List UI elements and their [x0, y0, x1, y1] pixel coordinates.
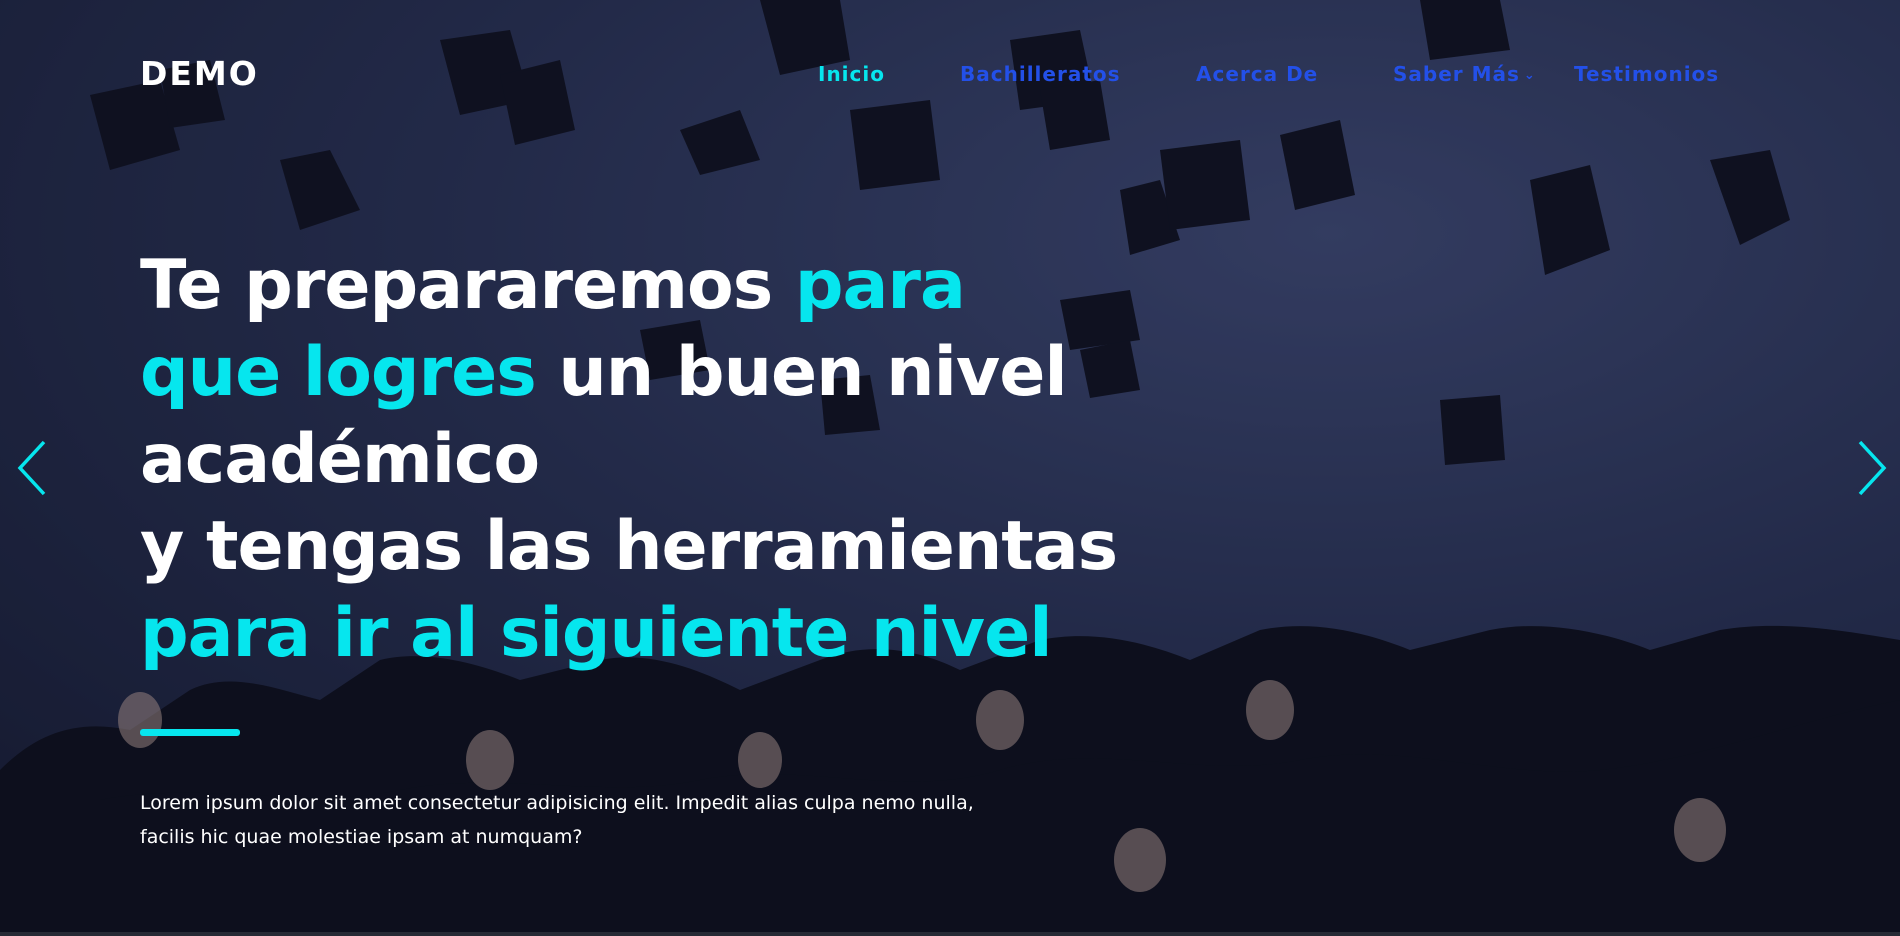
hero-headline: Te prepararemos para que logres un buen … — [140, 242, 1118, 677]
accent-divider — [140, 729, 240, 736]
headline-accent: para — [794, 246, 966, 325]
headline-text: y tengas las herramientas — [140, 507, 1118, 586]
headline-accent: para ir al siguiente nivel — [140, 594, 1053, 673]
nav-item-saber-mas-label: Saber Más — [1393, 62, 1520, 86]
nav-item-bachilleratos[interactable]: Bachilleratos — [960, 62, 1121, 86]
brand-logo[interactable]: DEMO — [140, 54, 259, 93]
nav-item-saber-mas[interactable]: Saber Más ⌄ — [1393, 62, 1536, 86]
hero-description: Lorem ipsum dolor sit amet consectetur a… — [140, 792, 974, 848]
headline-text: un buen nivel — [535, 333, 1067, 412]
nav-item-inicio[interactable]: Inicio — [818, 62, 885, 86]
nav-item-testimonios[interactable]: Testimonios — [1574, 62, 1719, 86]
headline-accent: que logres — [140, 333, 537, 412]
page-bottom-edge — [0, 932, 1900, 936]
chevron-down-icon: ⌄ — [1523, 68, 1536, 83]
headline-text: Te prepararemos — [140, 246, 795, 325]
chevron-right-icon[interactable] — [1852, 438, 1892, 498]
nav-item-acerca-de[interactable]: Acerca De — [1196, 62, 1318, 86]
hero-section: DEMO Inicio Bachilleratos Acerca De Sabe… — [0, 0, 1900, 932]
chevron-left-icon[interactable] — [14, 438, 54, 498]
headline-text: académico — [140, 420, 540, 499]
